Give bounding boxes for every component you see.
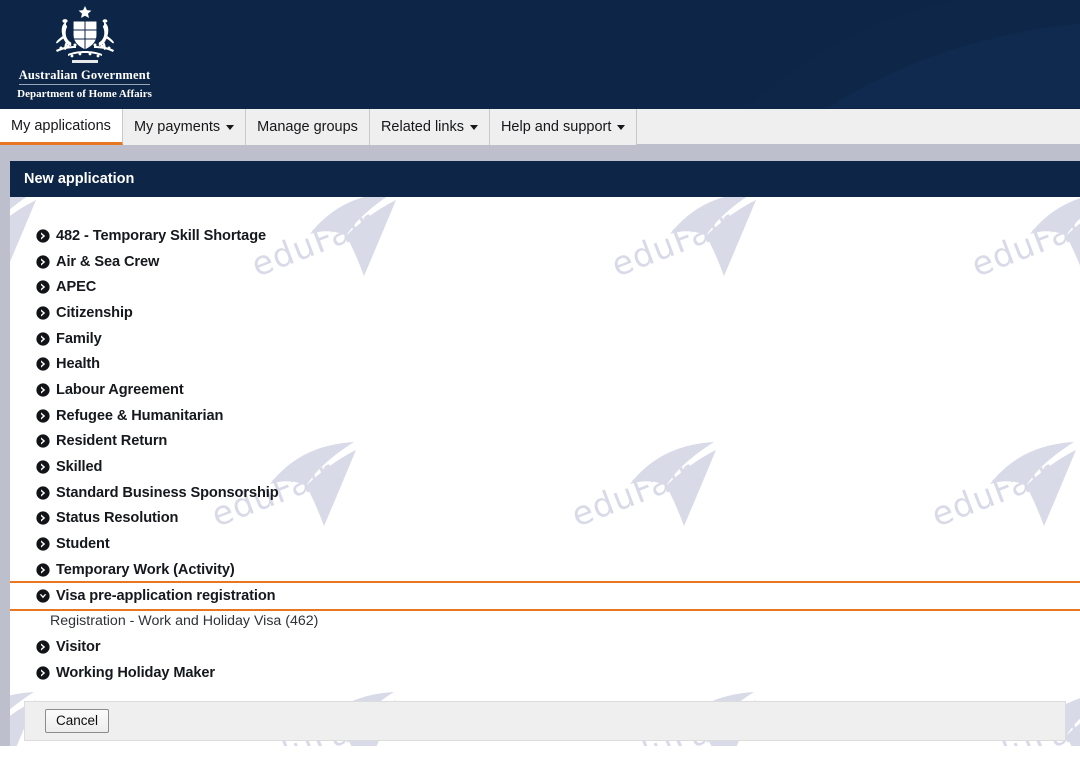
- chevron-right-circle-icon: [36, 254, 50, 269]
- category-row[interactable]: 482 - Temporary Skill Shortage: [10, 223, 1080, 249]
- bottom-filler: [0, 746, 1080, 768]
- chevron-right-circle-icon: [36, 306, 50, 320]
- government-branding: Australian Government Department of Home…: [12, 4, 157, 101]
- chevron-right-circle-icon: [36, 511, 50, 526]
- nav-tab-label: Related links: [380, 119, 464, 135]
- list-bottom-spacer: [10, 686, 1080, 701]
- category-row[interactable]: Visa pre-application registration: [0, 580, 1080, 611]
- chevron-right-circle-icon: [36, 357, 50, 371]
- nav-tab-label: My payments: [133, 119, 221, 135]
- page-root: eduFair eduFair eduFair eduFair eduFair eduFa…: [0, 0, 1080, 768]
- category-label: Visitor: [56, 639, 101, 656]
- category-row[interactable]: Labour Agreement: [10, 377, 1080, 403]
- chevron-down-icon: [617, 124, 626, 130]
- masthead: Australian Government Department of Home…: [0, 0, 1080, 108]
- chevron-right-circle-icon: [36, 537, 50, 551]
- category-row[interactable]: Standard Business Sponsorship: [10, 480, 1080, 506]
- category-label: Resident Return: [56, 433, 168, 450]
- category-label: Skilled: [56, 459, 103, 476]
- form-actions-bar: Cancel: [24, 700, 1066, 741]
- nav-tab-label: Help and support: [500, 119, 612, 135]
- nav-tab-my-payments[interactable]: My payments: [122, 109, 247, 145]
- category-row[interactable]: Citizenship: [10, 300, 1080, 326]
- nav-tab-related-links[interactable]: Related links: [369, 109, 490, 145]
- application-category-list: 482 - Temporary Skill Shortage Air & Sea …: [0, 197, 1080, 751]
- category-row[interactable]: Skilled: [10, 454, 1080, 480]
- chevron-down-icon: [469, 124, 478, 130]
- category-row[interactable]: Working Holiday Maker: [10, 660, 1080, 686]
- chevron-right-circle-icon: [36, 640, 50, 654]
- masthead-swoosh-decoration: [748, 0, 1080, 108]
- category-row[interactable]: Status Resolution: [10, 506, 1080, 532]
- category-label: Student: [56, 536, 110, 553]
- category-row[interactable]: Family: [10, 326, 1080, 352]
- cancel-button[interactable]: Cancel: [45, 708, 110, 733]
- main-navigation: My applications My payments Manage groups R…: [0, 108, 1080, 145]
- category-row[interactable]: Visitor: [10, 634, 1080, 660]
- category-row[interactable]: Student: [10, 531, 1080, 557]
- left-gutter: [0, 144, 10, 768]
- category-row[interactable]: Resident Return: [10, 429, 1080, 455]
- category-label: Status Resolution: [56, 510, 179, 527]
- government-name: Australian Government: [18, 68, 151, 85]
- category-label: Air & Sea Crew: [56, 253, 160, 270]
- category-rows-container: 482 - Temporary Skill Shortage Air & Sea …: [0, 223, 1080, 686]
- chevron-right-circle-icon: [36, 563, 50, 577]
- page-background-band: [0, 144, 1080, 161]
- chevron-right-circle-icon: [36, 434, 50, 448]
- category-label: Working Holiday Maker: [56, 664, 216, 681]
- category-row[interactable]: Air & Sea Crew: [10, 249, 1080, 275]
- category-label: Visa pre-application registration: [56, 587, 276, 604]
- chevron-right-circle-icon: [36, 383, 50, 397]
- category-row[interactable]: Health: [10, 351, 1080, 377]
- content-frame: New application 482 - Temporary Skill Sh…: [0, 161, 1080, 768]
- category-sub-item[interactable]: Registration - Work and Holiday Visa (46…: [10, 609, 1080, 635]
- chevron-right-circle-icon: [36, 666, 50, 680]
- department-name: Department of Home Affairs: [17, 88, 152, 100]
- category-label: APEC: [56, 279, 97, 296]
- category-label: Family: [56, 330, 102, 347]
- chevron-down-circle-icon: [36, 589, 50, 603]
- nav-tab-manage-groups[interactable]: Manage groups: [246, 109, 370, 145]
- category-label: Refugee & Humanitarian: [56, 407, 224, 424]
- chevron-right-circle-icon: [36, 486, 50, 500]
- category-label: Standard Business Sponsorship: [56, 484, 279, 501]
- category-row[interactable]: Temporary Work (Activity): [10, 557, 1080, 583]
- nav-tab-help-and-support[interactable]: Help and support: [489, 109, 638, 145]
- page-title: New application: [10, 161, 1080, 197]
- category-row[interactable]: Refugee & Humanitarian: [10, 403, 1080, 429]
- category-label: Citizenship: [56, 304, 133, 321]
- nav-tab-label: Manage groups: [257, 119, 358, 135]
- nav-tab-my-applications[interactable]: My applications: [0, 109, 123, 145]
- category-label: 482 - Temporary Skill Shortage: [56, 227, 267, 244]
- chevron-right-circle-icon: [36, 229, 50, 243]
- sub-item-link[interactable]: Registration - Work and Holiday Visa (46…: [50, 613, 318, 629]
- nav-tab-label: My applications: [11, 117, 111, 134]
- category-label: Labour Agreement: [56, 381, 184, 398]
- chevron-down-icon: [226, 124, 235, 130]
- category-row[interactable]: APEC: [10, 274, 1080, 300]
- chevron-right-circle-icon: [36, 280, 50, 294]
- chevron-right-circle-icon: [36, 331, 50, 346]
- category-label: Temporary Work (Activity): [56, 561, 235, 578]
- chevron-right-circle-icon: [36, 460, 50, 474]
- australian-coat-of-arms-icon: [55, 6, 114, 63]
- category-label: Health: [56, 356, 101, 373]
- chevron-right-circle-icon: [36, 409, 50, 423]
